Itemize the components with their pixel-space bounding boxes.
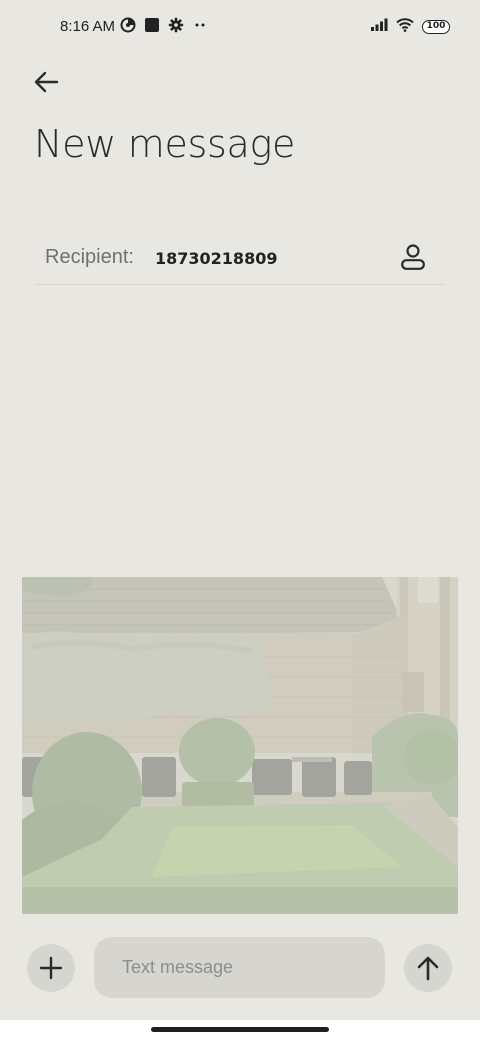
settings-gear-icon [168, 17, 184, 38]
page-title: New message [34, 122, 296, 166]
send-button[interactable] [404, 944, 452, 992]
battery-icon: 100 [422, 20, 450, 34]
composer-bar [0, 930, 480, 1010]
garden-photo [22, 577, 458, 914]
recipient-row[interactable]: Recipient: 18730218809 [36, 232, 444, 285]
back-button[interactable] [28, 64, 64, 100]
more-dots-icon [192, 17, 208, 38]
arrow-left-icon [34, 71, 59, 93]
plus-icon [39, 956, 63, 980]
arrow-up-icon [417, 956, 439, 981]
status-left-icons [120, 17, 208, 38]
data-saver-icon [120, 17, 136, 38]
add-attachment-button[interactable] [27, 944, 75, 992]
status-bar: 8:16 AM 100 [0, 0, 480, 56]
status-time: 8:16 AM [60, 18, 116, 35]
signal-icon [370, 18, 388, 37]
recipient-label: Recipient: [45, 246, 134, 268]
navigation-bar [0, 1020, 480, 1040]
recipient-value[interactable]: 18730218809 [155, 249, 277, 268]
status-right-icons: 100 [370, 17, 450, 37]
message-input[interactable] [94, 937, 385, 998]
home-indicator[interactable] [151, 1027, 329, 1032]
person-icon [401, 244, 425, 270]
contact-picker-button[interactable] [398, 242, 428, 272]
square-notification-icon [144, 17, 160, 38]
attached-image[interactable] [22, 577, 458, 914]
wifi-icon [396, 17, 414, 37]
